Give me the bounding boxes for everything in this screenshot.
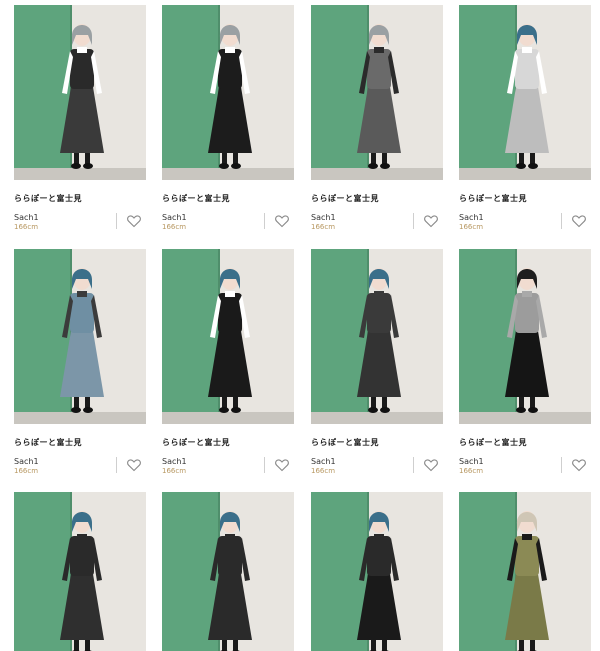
- heart-outline-icon[interactable]: [274, 213, 290, 229]
- model-figure: [60, 268, 104, 413]
- model-figure: [505, 268, 549, 413]
- store-name[interactable]: ららぽーと富士見: [14, 437, 82, 448]
- outfit-card[interactable]: ららぽーと富士見 Sach1 166cm: [14, 249, 146, 484]
- heart-outline-icon[interactable]: [126, 213, 142, 229]
- outfit-photo[interactable]: [162, 492, 294, 651]
- staff-name[interactable]: Sach1: [162, 213, 187, 222]
- staff-name[interactable]: Sach1: [311, 457, 336, 466]
- model-figure: [357, 24, 401, 169]
- staff-name[interactable]: Sach1: [311, 213, 336, 222]
- staff-height: 166cm: [162, 223, 187, 231]
- outfit-card[interactable]: [162, 492, 294, 651]
- heart-outline-icon[interactable]: [571, 213, 587, 229]
- divider: [116, 457, 117, 473]
- store-name[interactable]: ららぽーと富士見: [459, 437, 527, 448]
- outfit-card[interactable]: [14, 492, 146, 651]
- heart-outline-icon[interactable]: [423, 457, 439, 473]
- outfit-card[interactable]: ららぽーと富士見 Sach1 166cm: [162, 5, 294, 240]
- outfit-photo[interactable]: [162, 249, 294, 424]
- staff-height: 166cm: [459, 467, 484, 475]
- model-figure: [208, 268, 252, 413]
- outfit-card[interactable]: ららぽーと富士見 Sach1 166cm: [459, 249, 591, 484]
- heart-outline-icon[interactable]: [423, 213, 439, 229]
- staff-name[interactable]: Sach1: [162, 457, 187, 466]
- staff-height: 166cm: [14, 223, 39, 231]
- outfit-card[interactable]: [459, 492, 591, 651]
- model-figure: [60, 511, 104, 651]
- outfit-photo[interactable]: [14, 5, 146, 180]
- model-figure: [208, 511, 252, 651]
- divider: [413, 213, 414, 229]
- divider: [264, 457, 265, 473]
- store-name[interactable]: ららぽーと富士見: [162, 193, 230, 204]
- divider: [116, 213, 117, 229]
- outfit-card[interactable]: ららぽーと富士見 Sach1 166cm: [311, 249, 443, 484]
- model-figure: [60, 24, 104, 169]
- outfit-card[interactable]: ららぽーと富士見 Sach1 166cm: [14, 5, 146, 240]
- model-figure: [505, 24, 549, 169]
- outfit-photo[interactable]: [311, 5, 443, 180]
- store-name[interactable]: ららぽーと富士見: [162, 437, 230, 448]
- outfit-photo[interactable]: [311, 249, 443, 424]
- staff-name[interactable]: Sach1: [459, 213, 484, 222]
- divider: [561, 213, 562, 229]
- outfit-photo[interactable]: [459, 249, 591, 424]
- outfit-photo[interactable]: [311, 492, 443, 651]
- staff-height: 166cm: [162, 467, 187, 475]
- staff-height: 166cm: [14, 467, 39, 475]
- divider: [561, 457, 562, 473]
- staff-name[interactable]: Sach1: [459, 457, 484, 466]
- divider: [264, 213, 265, 229]
- outfit-card[interactable]: ららぽーと富士見 Sach1 166cm: [311, 5, 443, 240]
- store-name[interactable]: ららぽーと富士見: [459, 193, 527, 204]
- store-name[interactable]: ららぽーと富士見: [14, 193, 82, 204]
- outfit-photo[interactable]: [459, 5, 591, 180]
- outfit-card[interactable]: [311, 492, 443, 651]
- staff-height: 166cm: [311, 467, 336, 475]
- heart-outline-icon[interactable]: [571, 457, 587, 473]
- coordinate-grid: ららぽーと富士見 Sach1 166cm ららぽーと富士見 Sach1 166c…: [0, 0, 600, 651]
- divider: [413, 457, 414, 473]
- model-figure: [505, 511, 549, 651]
- store-name[interactable]: ららぽーと富士見: [311, 437, 379, 448]
- heart-outline-icon[interactable]: [274, 457, 290, 473]
- outfit-card[interactable]: ららぽーと富士見 Sach1 166cm: [162, 249, 294, 484]
- outfit-photo[interactable]: [459, 492, 591, 651]
- staff-height: 166cm: [459, 223, 484, 231]
- model-figure: [357, 511, 401, 651]
- outfit-card[interactable]: ららぽーと富士見 Sach1 166cm: [459, 5, 591, 240]
- outfit-photo[interactable]: [162, 5, 294, 180]
- store-name[interactable]: ららぽーと富士見: [311, 193, 379, 204]
- staff-name[interactable]: Sach1: [14, 213, 39, 222]
- model-figure: [357, 268, 401, 413]
- heart-outline-icon[interactable]: [126, 457, 142, 473]
- model-figure: [208, 24, 252, 169]
- staff-name[interactable]: Sach1: [14, 457, 39, 466]
- staff-height: 166cm: [311, 223, 336, 231]
- outfit-photo[interactable]: [14, 249, 146, 424]
- outfit-photo[interactable]: [14, 492, 146, 651]
